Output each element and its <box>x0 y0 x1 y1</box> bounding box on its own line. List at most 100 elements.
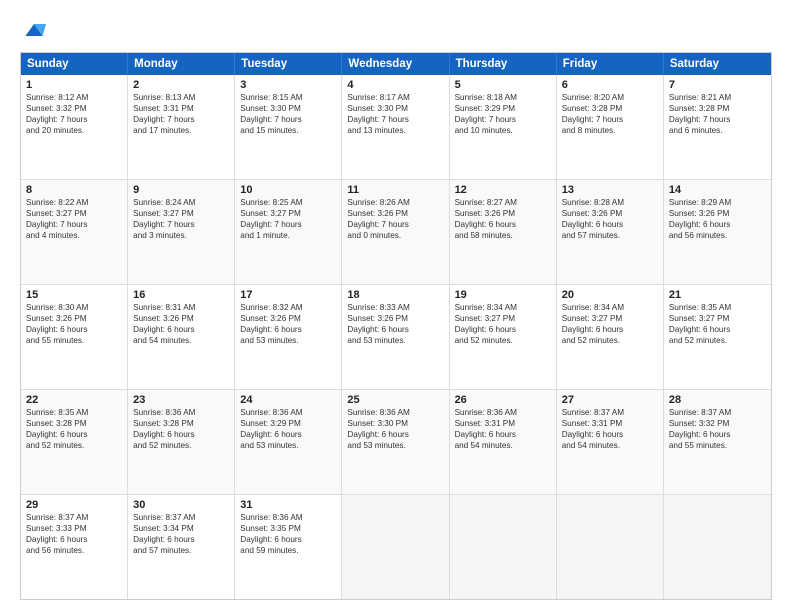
cell-line: Daylight: 6 hours <box>26 429 122 440</box>
day-number: 11 <box>347 184 443 196</box>
cell-line: Daylight: 7 hours <box>240 219 336 230</box>
cell-line: Sunset: 3:35 PM <box>240 523 336 534</box>
day-number: 21 <box>669 289 766 301</box>
cal-cell: 23Sunrise: 8:36 AMSunset: 3:28 PMDayligh… <box>128 390 235 494</box>
cell-line: Sunset: 3:28 PM <box>26 418 122 429</box>
cal-cell: 22Sunrise: 8:35 AMSunset: 3:28 PMDayligh… <box>21 390 128 494</box>
day-number: 27 <box>562 394 658 406</box>
day-number: 24 <box>240 394 336 406</box>
cell-line: Sunrise: 8:32 AM <box>240 302 336 313</box>
cal-header-saturday: Saturday <box>664 53 771 75</box>
cell-line: and 54 minutes. <box>562 440 658 451</box>
cal-cell: 6Sunrise: 8:20 AMSunset: 3:28 PMDaylight… <box>557 75 664 179</box>
cell-line: Daylight: 6 hours <box>455 219 551 230</box>
cell-line: Daylight: 6 hours <box>240 534 336 545</box>
cell-line: Sunrise: 8:17 AM <box>347 92 443 103</box>
cell-line: Sunset: 3:27 PM <box>562 313 658 324</box>
cell-line: Sunset: 3:31 PM <box>562 418 658 429</box>
cell-line: Daylight: 6 hours <box>240 429 336 440</box>
cell-line: and 3 minutes. <box>133 230 229 241</box>
cell-line: Daylight: 7 hours <box>133 114 229 125</box>
cal-week-1: 1Sunrise: 8:12 AMSunset: 3:32 PMDaylight… <box>21 75 771 180</box>
cal-cell: 14Sunrise: 8:29 AMSunset: 3:26 PMDayligh… <box>664 180 771 284</box>
day-number: 25 <box>347 394 443 406</box>
day-number: 2 <box>133 79 229 91</box>
day-number: 20 <box>562 289 658 301</box>
cell-line: Sunrise: 8:12 AM <box>26 92 122 103</box>
day-number: 13 <box>562 184 658 196</box>
cell-line: Sunrise: 8:26 AM <box>347 197 443 208</box>
cell-line: Daylight: 6 hours <box>562 429 658 440</box>
cal-header-monday: Monday <box>128 53 235 75</box>
cal-cell: 30Sunrise: 8:37 AMSunset: 3:34 PMDayligh… <box>128 495 235 599</box>
cal-cell: 25Sunrise: 8:36 AMSunset: 3:30 PMDayligh… <box>342 390 449 494</box>
cell-line: Sunset: 3:28 PM <box>669 103 766 114</box>
day-number: 16 <box>133 289 229 301</box>
day-number: 17 <box>240 289 336 301</box>
cell-line: Sunset: 3:27 PM <box>669 313 766 324</box>
cell-line: Sunrise: 8:25 AM <box>240 197 336 208</box>
logo-text <box>20 18 46 42</box>
cal-cell: 9Sunrise: 8:24 AMSunset: 3:27 PMDaylight… <box>128 180 235 284</box>
cell-line: Daylight: 6 hours <box>669 219 766 230</box>
cal-cell: 8Sunrise: 8:22 AMSunset: 3:27 PMDaylight… <box>21 180 128 284</box>
cell-line: and 53 minutes. <box>347 440 443 451</box>
cell-line: and 52 minutes. <box>562 335 658 346</box>
cell-line: Daylight: 6 hours <box>133 429 229 440</box>
header <box>20 18 772 42</box>
day-number: 31 <box>240 499 336 511</box>
cal-cell: 31Sunrise: 8:36 AMSunset: 3:35 PMDayligh… <box>235 495 342 599</box>
cal-cell <box>557 495 664 599</box>
cell-line: Sunrise: 8:36 AM <box>133 407 229 418</box>
cell-line: Sunrise: 8:33 AM <box>347 302 443 313</box>
cal-cell <box>450 495 557 599</box>
cal-cell: 2Sunrise: 8:13 AMSunset: 3:31 PMDaylight… <box>128 75 235 179</box>
cal-cell: 3Sunrise: 8:15 AMSunset: 3:30 PMDaylight… <box>235 75 342 179</box>
cal-cell <box>664 495 771 599</box>
cell-line: Daylight: 6 hours <box>26 324 122 335</box>
cal-cell: 21Sunrise: 8:35 AMSunset: 3:27 PMDayligh… <box>664 285 771 389</box>
cell-line: Daylight: 7 hours <box>347 219 443 230</box>
day-number: 6 <box>562 79 658 91</box>
cell-line: Sunrise: 8:31 AM <box>133 302 229 313</box>
cal-cell: 13Sunrise: 8:28 AMSunset: 3:26 PMDayligh… <box>557 180 664 284</box>
cell-line: Sunset: 3:26 PM <box>669 208 766 219</box>
cell-line: and 54 minutes. <box>455 440 551 451</box>
cal-week-4: 22Sunrise: 8:35 AMSunset: 3:28 PMDayligh… <box>21 390 771 495</box>
cell-line: Sunset: 3:26 PM <box>347 208 443 219</box>
cal-cell <box>342 495 449 599</box>
cal-cell: 20Sunrise: 8:34 AMSunset: 3:27 PMDayligh… <box>557 285 664 389</box>
day-number: 23 <box>133 394 229 406</box>
cell-line: Sunrise: 8:13 AM <box>133 92 229 103</box>
cell-line: Sunset: 3:28 PM <box>133 418 229 429</box>
cell-line: and 10 minutes. <box>455 125 551 136</box>
cal-cell: 11Sunrise: 8:26 AMSunset: 3:26 PMDayligh… <box>342 180 449 284</box>
cell-line: and 1 minute. <box>240 230 336 241</box>
cell-line: Sunrise: 8:36 AM <box>240 512 336 523</box>
cell-line: Daylight: 6 hours <box>26 534 122 545</box>
cell-line: Daylight: 7 hours <box>26 114 122 125</box>
cal-week-5: 29Sunrise: 8:37 AMSunset: 3:33 PMDayligh… <box>21 495 771 599</box>
day-number: 10 <box>240 184 336 196</box>
cal-header-sunday: Sunday <box>21 53 128 75</box>
cell-line: Daylight: 7 hours <box>133 219 229 230</box>
day-number: 19 <box>455 289 551 301</box>
day-number: 18 <box>347 289 443 301</box>
cell-line: Sunrise: 8:37 AM <box>26 512 122 523</box>
cell-line: Daylight: 6 hours <box>455 429 551 440</box>
cell-line: Sunrise: 8:21 AM <box>669 92 766 103</box>
cell-line: Sunset: 3:26 PM <box>133 313 229 324</box>
cell-line: Sunset: 3:33 PM <box>26 523 122 534</box>
cal-week-3: 15Sunrise: 8:30 AMSunset: 3:26 PMDayligh… <box>21 285 771 390</box>
cell-line: and 55 minutes. <box>669 440 766 451</box>
cell-line: Daylight: 7 hours <box>347 114 443 125</box>
cal-header-friday: Friday <box>557 53 664 75</box>
cell-line: Sunrise: 8:34 AM <box>562 302 658 313</box>
cell-line: Sunset: 3:26 PM <box>26 313 122 324</box>
cell-line: Sunrise: 8:29 AM <box>669 197 766 208</box>
day-number: 28 <box>669 394 766 406</box>
cell-line: Daylight: 6 hours <box>669 324 766 335</box>
calendar: SundayMondayTuesdayWednesdayThursdayFrid… <box>20 52 772 600</box>
cal-cell: 27Sunrise: 8:37 AMSunset: 3:31 PMDayligh… <box>557 390 664 494</box>
cell-line: Daylight: 6 hours <box>133 534 229 545</box>
